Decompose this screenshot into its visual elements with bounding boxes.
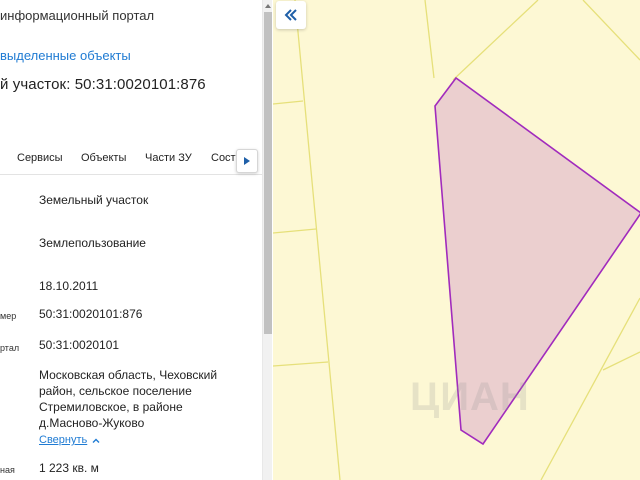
triangle-right-icon bbox=[244, 157, 250, 165]
area-value: 1 223 кв. м bbox=[39, 461, 99, 475]
cadastral-number-label: мер bbox=[0, 311, 17, 321]
address-value: Московская область, Чеховский район, сел… bbox=[39, 367, 217, 431]
address-line: Московская область, Чеховский bbox=[39, 368, 218, 382]
cadastral-quarter-value: 50:31:0020101 bbox=[39, 338, 120, 352]
info-panel: информационный портал выделенные объекты… bbox=[0, 0, 262, 480]
boundary-line bbox=[424, 0, 435, 79]
tabs-bar: Сервисы Объекты Части ЗУ Соста bbox=[0, 145, 262, 175]
boundary-line bbox=[582, 0, 640, 61]
address-line: район, сельское поселение bbox=[39, 384, 192, 398]
date-value: 18.10.2011 bbox=[39, 279, 99, 293]
boundary-line bbox=[294, 0, 341, 480]
address-line: д.Масново-Жуково bbox=[39, 416, 145, 430]
collapse-panel-button[interactable] bbox=[276, 1, 306, 29]
scrollbar-thumb[interactable] bbox=[264, 12, 272, 334]
boundary-line bbox=[273, 361, 329, 367]
object-type-value: Земельный участок bbox=[39, 193, 149, 207]
boundary-line bbox=[273, 228, 317, 234]
tabs-scroll-right-button[interactable] bbox=[236, 149, 258, 173]
chevron-up-icon bbox=[92, 438, 100, 443]
collapse-address-label: Свернуть bbox=[39, 434, 88, 446]
tab-services[interactable]: Сервисы bbox=[17, 152, 63, 164]
cadastral-number-value: 50:31:0020101:876 bbox=[39, 307, 143, 321]
tab-parcel-parts[interactable]: Части ЗУ bbox=[145, 152, 192, 164]
double-chevron-left-icon bbox=[284, 9, 297, 21]
collapse-address-link[interactable]: Свернуть bbox=[39, 434, 100, 446]
boundary-line bbox=[452, 0, 539, 81]
cadastral-quarter-label: ртал bbox=[0, 343, 20, 353]
cian-watermark: ЦИАН bbox=[410, 375, 530, 419]
selected-objects-link[interactable]: выделенные объекты bbox=[0, 48, 131, 63]
scroll-up-arrow-icon[interactable] bbox=[263, 2, 273, 10]
address-line: Стремиловское, в районе bbox=[39, 400, 183, 414]
boundary-line bbox=[273, 100, 304, 105]
panel-scrollbar[interactable] bbox=[262, 0, 272, 480]
parcel-title: й участок: 50:31:0020101:876 bbox=[0, 76, 206, 93]
portal-title: информационный портал bbox=[0, 8, 155, 23]
category-value: Землепользование bbox=[39, 236, 146, 250]
area-label: ная bbox=[0, 465, 15, 475]
tab-objects[interactable]: Объекты bbox=[81, 152, 126, 164]
